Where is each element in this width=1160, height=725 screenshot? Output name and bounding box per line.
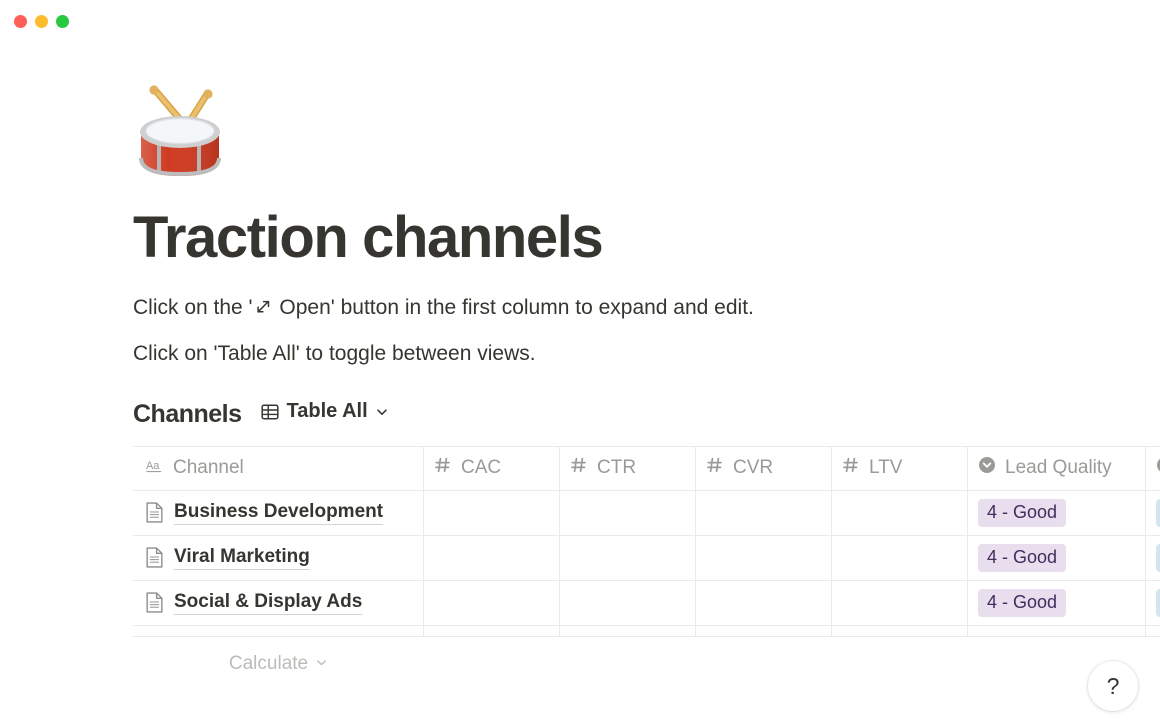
table-row[interactable]: Viral Marketing 4 - Good — [133, 535, 1160, 581]
instruction-line-2: Click on 'Table All' to toggle between v… — [133, 342, 536, 366]
instruction-1-prefix: Click on the ' — [133, 295, 253, 319]
expand-arrow-icon — [254, 294, 273, 326]
column-header-ltv[interactable]: LTV — [832, 446, 968, 490]
cell-ctr[interactable] — [560, 580, 696, 625]
calculate-button[interactable]: Calculate — [133, 653, 424, 675]
cell-lead-quality — [968, 625, 1146, 636]
page-icon — [145, 547, 164, 568]
column-header-cac[interactable]: CAC — [424, 446, 560, 490]
minimize-window-button[interactable] — [35, 15, 48, 28]
column-header-channel-label: Channel — [173, 457, 244, 479]
chevron-down-icon — [375, 405, 389, 419]
status-badge: 4 - Good — [978, 588, 1067, 617]
row-title-link[interactable]: Business Development — [174, 501, 384, 525]
traffic-lights — [14, 15, 69, 28]
number-property-icon — [434, 456, 452, 480]
table-footer: Calculate — [133, 648, 1160, 680]
cell-ltv[interactable] — [832, 580, 968, 625]
column-header-ltv-label: LTV — [869, 457, 903, 479]
page-body: Traction channels Click on the ' Open' b… — [0, 44, 1160, 725]
text-property-icon: Aa — [145, 456, 164, 481]
calculate-label: Calculate — [228, 652, 309, 674]
table-row-partial[interactable] — [133, 625, 1160, 637]
number-property-icon — [842, 456, 860, 480]
table-row[interactable]: Social & Display Ads 4 - Good — [133, 580, 1160, 626]
status-badge: 4 - Good — [978, 498, 1067, 527]
maximize-window-button[interactable] — [56, 15, 69, 28]
cell-ltv[interactable] — [832, 535, 968, 580]
page-title: Traction channels — [133, 205, 604, 270]
page-icon — [145, 502, 164, 523]
drum-emoji[interactable] — [133, 82, 1160, 182]
cell-channel — [133, 625, 424, 636]
cell-channel[interactable]: Viral Marketing — [133, 535, 424, 580]
database-title: Channels — [133, 399, 242, 428]
row-title-link[interactable]: Viral Marketing — [174, 546, 310, 570]
number-property-icon — [570, 456, 588, 480]
cell-channel[interactable]: Social & Display Ads — [133, 580, 424, 625]
column-header-ctr-label: CTR — [597, 457, 637, 479]
column-header-cvr[interactable]: CVR — [696, 446, 832, 490]
cell-lead-quality[interactable]: 4 - Good — [968, 580, 1146, 625]
cell-cvr[interactable] — [696, 535, 832, 580]
svg-text:Aa: Aa — [146, 460, 160, 472]
column-header-cac-label: CAC — [461, 457, 502, 479]
select-property-icon — [978, 456, 996, 480]
channels-table: Aa Channel CAC CTR CVR LTV Lead Quality … — [133, 445, 1160, 680]
instruction-1-suffix: Open' button in the first column to expa… — [273, 295, 754, 319]
status-badge-overflow — [1156, 588, 1160, 617]
table-icon — [260, 402, 280, 422]
page-content: Traction channels Click on the ' Open' b… — [133, 44, 1160, 680]
close-window-button[interactable] — [14, 15, 27, 28]
column-header-channel[interactable]: Aa Channel — [133, 446, 424, 490]
cell-overflow[interactable] — [1146, 581, 1160, 625]
chevron-down-icon — [315, 653, 328, 675]
column-header-ctr[interactable]: CTR — [560, 446, 696, 490]
cell-ctr — [560, 625, 696, 636]
cell-cvr[interactable] — [696, 580, 832, 625]
cell-cac — [424, 625, 560, 636]
cell-cac[interactable] — [424, 580, 560, 625]
column-header-cvr-label: CVR — [733, 457, 774, 479]
window-titlebar — [0, 0, 1160, 44]
cell-ctr[interactable] — [560, 490, 696, 535]
cell-cvr[interactable] — [696, 490, 832, 535]
view-selector-table-all[interactable]: Table All — [260, 400, 389, 423]
cell-ltv[interactable] — [832, 490, 968, 535]
status-badge-overflow — [1156, 543, 1160, 572]
select-property-icon — [1156, 456, 1160, 480]
column-header-overflow[interactable] — [1146, 447, 1160, 490]
cell-ltv — [832, 625, 968, 636]
cell-cac[interactable] — [424, 535, 560, 580]
view-selector-label: Table All — [286, 400, 368, 423]
cell-cvr — [696, 625, 832, 636]
column-header-lead-quality-label: Lead Quality — [1005, 457, 1112, 479]
column-header-lead-quality[interactable]: Lead Quality — [968, 446, 1146, 490]
cell-overflow[interactable] — [1146, 536, 1160, 580]
number-property-icon — [706, 456, 724, 480]
cell-overflow — [1146, 626, 1160, 636]
database-header: Channels Table All — [133, 400, 1160, 430]
instruction-line-1: Click on the ' Open' button in the first… — [133, 292, 1160, 326]
row-title-link[interactable]: Social & Display Ads — [174, 591, 363, 615]
cell-lead-quality[interactable]: 4 - Good — [968, 535, 1146, 580]
cell-ctr[interactable] — [560, 535, 696, 580]
table-row[interactable]: Business Development 4 - Good — [133, 490, 1160, 536]
table-header-row: Aa Channel CAC CTR CVR LTV Lead Quality — [133, 446, 1160, 491]
cell-lead-quality[interactable]: 4 - Good — [968, 490, 1146, 535]
cell-cac[interactable] — [424, 490, 560, 535]
cell-channel[interactable]: Business Development — [133, 490, 424, 535]
status-badge: 4 - Good — [978, 543, 1067, 572]
cell-overflow[interactable] — [1146, 491, 1160, 535]
status-badge-overflow — [1156, 498, 1160, 527]
help-button[interactable]: ? — [1088, 661, 1138, 711]
page-icon — [145, 592, 164, 613]
